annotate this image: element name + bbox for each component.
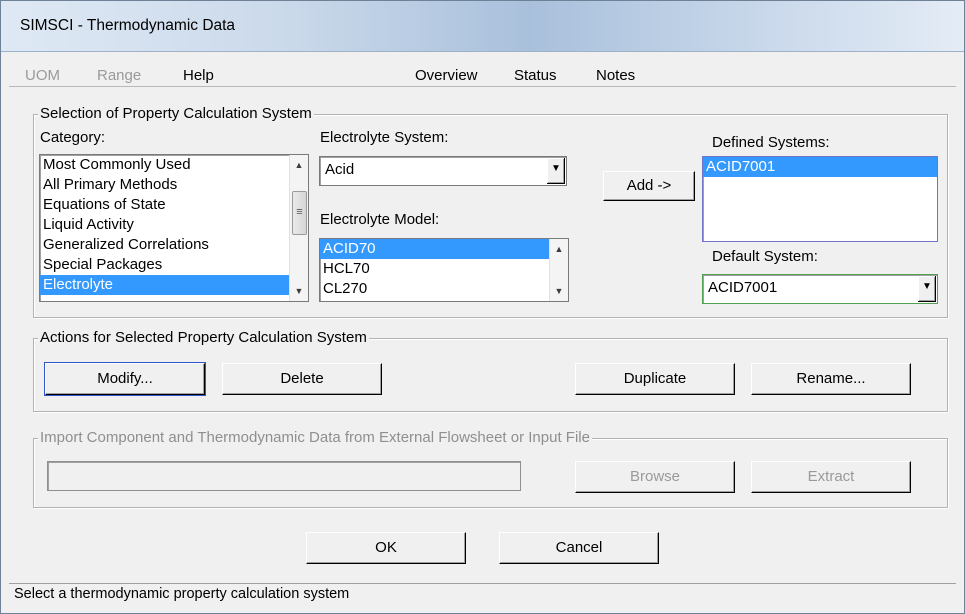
category-list-item[interactable]: Equations of State [40,195,308,215]
title-bar[interactable]: SIMSCI - Thermodynamic Data [1,1,964,52]
menu-overview[interactable]: Overview [415,67,478,84]
window-title: SIMSCI - Thermodynamic Data [20,17,236,34]
defined-systems-listbox[interactable]: ACID7001 [702,156,938,242]
default-system-combo[interactable]: ACID7001 ▼ [702,274,938,304]
electrolyte-system-label: Electrolyte System: [320,129,449,146]
add-system-button[interactable]: Add -> [603,171,695,201]
scroll-up-icon[interactable]: ▲ [550,241,568,257]
cancel-button-label: Cancel [555,539,603,556]
model-list-item[interactable]: CL270 [320,279,568,299]
status-bar: Select a thermodynamic property calculat… [9,583,956,605]
cancel-button[interactable]: Cancel [499,532,659,564]
electrolyte-model-listbox[interactable]: ACID70 HCL70 CL270 ▲ ▼ [319,238,569,302]
browse-button[interactable]: Browse [575,461,735,493]
menu-status[interactable]: Status [514,67,557,84]
model-list-item[interactable]: HCL70 [320,259,568,279]
model-scrollbar[interactable]: ▲ ▼ [549,239,568,301]
modify-button-label: Modify... [97,370,153,387]
selection-group-legend: Selection of Property Calculation System [38,105,314,122]
dialog-body: UOM Range Help Overview Status Notes Sel… [9,52,956,605]
menu-range[interactable]: Range [97,67,141,84]
import-group: Import Component and Thermodynamic Data … [33,429,948,508]
category-scrollbar[interactable]: ▲ ≡ ▼ [289,155,308,301]
scroll-down-icon[interactable]: ▼ [290,283,308,299]
ok-button-label: OK [375,539,397,556]
model-list-item[interactable]: ACID70 [320,239,568,259]
actions-group: Actions for Selected Property Calculatio… [33,329,948,412]
actions-group-legend: Actions for Selected Property Calculatio… [38,329,369,346]
delete-button[interactable]: Delete [222,363,382,395]
duplicate-button[interactable]: Duplicate [575,363,735,395]
delete-button-label: Delete [280,370,324,387]
category-list-item[interactable]: Most Commonly Used [40,155,308,175]
category-listbox[interactable]: Most Commonly Used All Primary Methods Equ… [39,154,309,302]
scroll-up-icon[interactable]: ▲ [290,157,308,173]
duplicate-button-label: Duplicate [623,370,687,387]
default-system-value: ACID7001 [708,279,778,296]
scroll-thumb[interactable]: ≡ [292,191,307,235]
electrolyte-model-label: Electrolyte Model: [320,211,440,228]
import-group-legend: Import Component and Thermodynamic Data … [38,429,592,446]
menu-bar: UOM Range Help Overview Status Notes [9,52,956,87]
chevron-down-icon[interactable]: ▼ [917,276,936,302]
electrolyte-system-value: Acid [325,161,355,178]
dialog-window: SIMSCI - Thermodynamic Data UOM Range He… [0,0,965,614]
selection-group: Selection of Property Calculation System… [33,105,948,318]
category-list-item[interactable]: Electrolyte [40,275,308,295]
category-label: Category: [40,129,106,146]
ok-button[interactable]: OK [306,532,466,564]
extract-button[interactable]: Extract [751,461,911,493]
status-text: Select a thermodynamic property calculat… [14,586,350,602]
chevron-down-icon[interactable]: ▼ [546,158,565,184]
menu-uom[interactable]: UOM [25,67,60,84]
menu-help[interactable]: Help [183,67,214,84]
extract-button-label: Extract [807,468,855,485]
menu-notes[interactable]: Notes [596,67,635,84]
rename-button[interactable]: Rename... [751,363,911,395]
electrolyte-system-combo[interactable]: Acid ▼ [319,156,567,186]
category-list-item[interactable]: Liquid Activity [40,215,308,235]
category-list-item[interactable]: Special Packages [40,255,308,275]
defined-system-item[interactable]: ACID7001 [703,157,937,177]
scroll-down-icon[interactable]: ▼ [550,283,568,299]
category-list-item[interactable]: All Primary Methods [40,175,308,195]
import-path-field[interactable] [47,461,521,491]
add-button-label: Add -> [626,177,672,194]
default-system-label: Default System: [712,248,818,265]
defined-systems-label: Defined Systems: [712,134,830,151]
browse-button-label: Browse [629,468,681,485]
modify-button[interactable]: Modify... [44,362,206,396]
category-list-item[interactable]: Generalized Correlations [40,235,308,255]
rename-button-label: Rename... [796,370,866,387]
